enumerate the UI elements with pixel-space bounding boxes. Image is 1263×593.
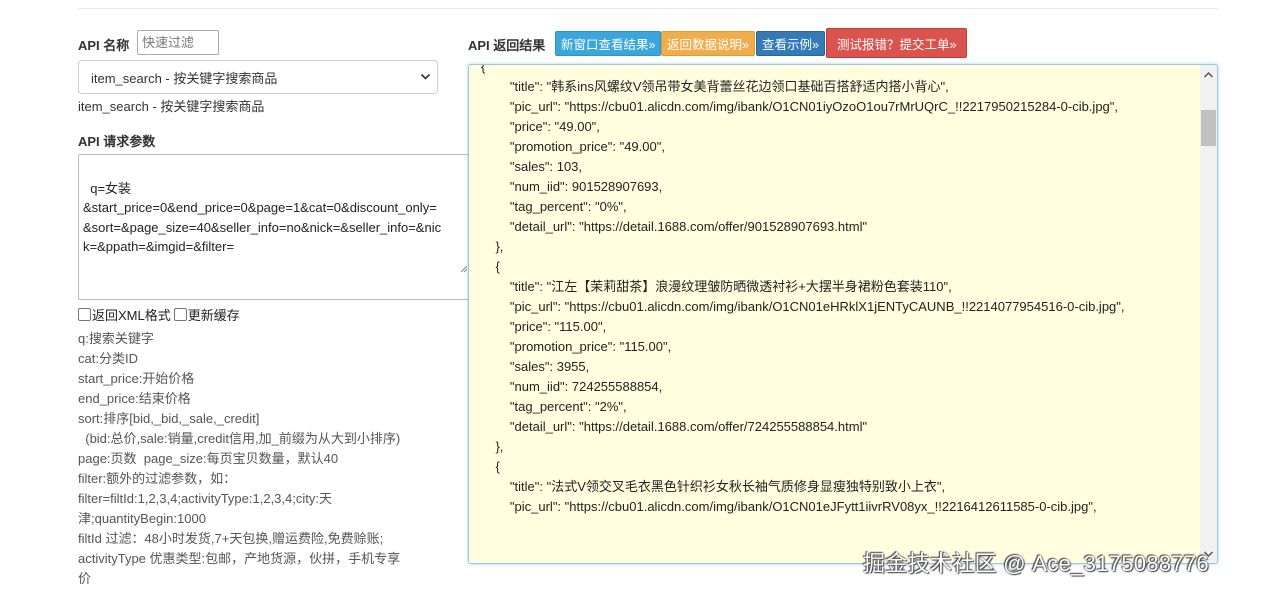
api-select[interactable]: item_search - 按关键字搜索商品 bbox=[78, 60, 438, 94]
params-textarea[interactable]: q=女装 &start_price=0&end_price=0&page=1&c… bbox=[78, 154, 470, 300]
param-help-text: q:搜索关键字 cat:分类ID start_price:开始价格 end_pr… bbox=[78, 331, 401, 586]
data-description-button[interactable]: 返回数据说明» bbox=[661, 31, 755, 56]
result-label: API 返回结果 bbox=[468, 38, 546, 53]
open-new-window-button[interactable]: 新窗口查看结果» bbox=[555, 31, 662, 56]
chevron-down-icon bbox=[420, 70, 431, 87]
scrollbar-thumb[interactable] bbox=[1201, 110, 1216, 146]
checkbox-box[interactable] bbox=[78, 308, 91, 321]
top-divider bbox=[78, 8, 1218, 9]
params-label: API 请求参数 bbox=[78, 134, 156, 149]
xml-format-checkbox[interactable]: 返回XML格式 bbox=[78, 305, 171, 324]
report-ticket-button[interactable]: 测试报错？提交工单» bbox=[826, 28, 968, 58]
view-example-button[interactable]: 查看示例» bbox=[756, 31, 825, 56]
refresh-cache-label: 更新缓存 bbox=[187, 308, 240, 323]
checkbox-box[interactable] bbox=[173, 308, 187, 321]
api-description: item_search - 按关键字搜索商品 bbox=[78, 99, 265, 114]
resize-grip-icon[interactable] bbox=[444, 240, 468, 299]
quick-filter-input[interactable] bbox=[137, 30, 219, 55]
api-name-label: API 名称 bbox=[78, 38, 130, 53]
result-json-text: { "title": "韩系ins风螺纹V领吊带女美背蕾丝花边领口基础百搭舒适内… bbox=[481, 64, 1125, 514]
watermark: 掘金技术社区 @ Ace_3175088776 bbox=[863, 551, 1209, 576]
vertical-scrollbar[interactable] bbox=[1200, 65, 1217, 563]
options-row: 返回XML格式 更新缓存 bbox=[78, 305, 243, 324]
result-textarea[interactable]: { "title": "韩系ins风螺纹V领吊带女美背蕾丝花边领口基础百搭舒适内… bbox=[468, 64, 1218, 564]
xml-format-label: 返回XML格式 bbox=[92, 308, 171, 323]
scroll-up-icon[interactable] bbox=[1203, 67, 1214, 82]
api-select-value: item_search - 按关键字搜索商品 bbox=[91, 70, 278, 86]
params-text: q=女装 &start_price=0&end_price=0&page=1&c… bbox=[83, 180, 442, 255]
refresh-cache-checkbox[interactable]: 更新缓存 bbox=[173, 305, 240, 324]
